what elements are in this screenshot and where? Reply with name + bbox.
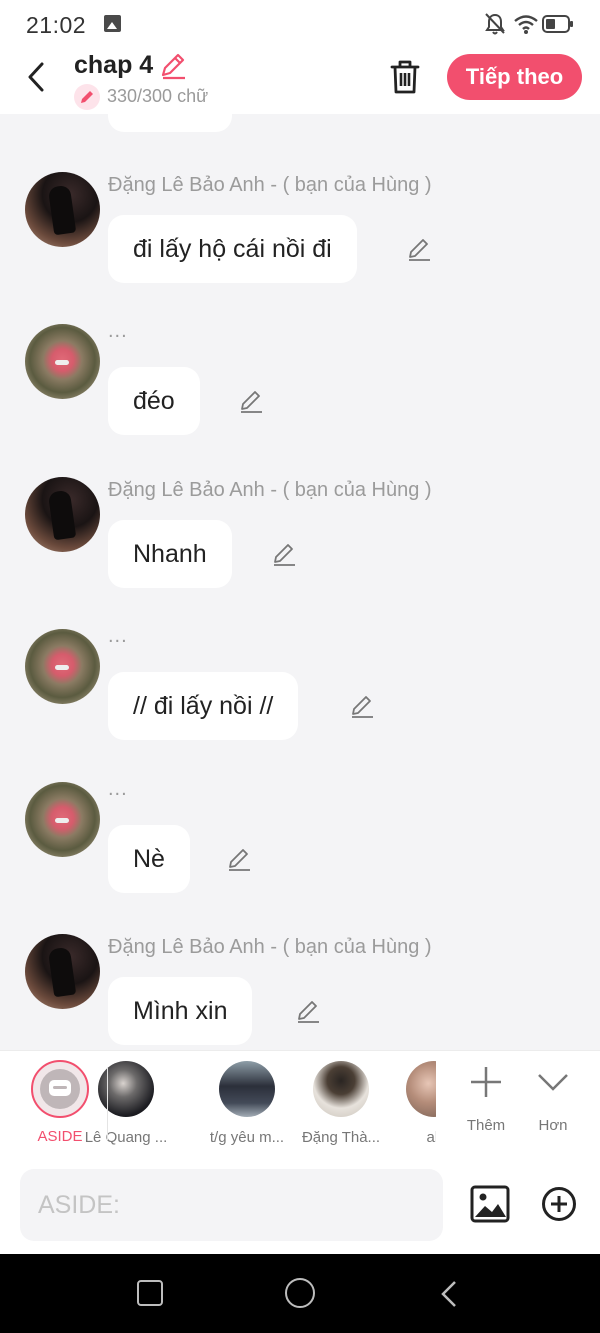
edit-message-icon[interactable] xyxy=(349,693,375,719)
sender-name: Đặng Lê Bảo Anh - ( bạn của Hùng ) xyxy=(108,479,432,501)
image-icon[interactable] xyxy=(470,1185,510,1223)
chapter-title[interactable]: chap 4 xyxy=(74,51,153,80)
message-bubble-partial xyxy=(108,114,232,132)
character-avatar[interactable] xyxy=(25,629,100,704)
character-avatar[interactable] xyxy=(25,477,100,552)
character-item[interactable]: Đặng Thà... xyxy=(295,1061,387,1151)
header: chap 4 330/300 chữ Tiếp theo xyxy=(0,48,600,114)
message-bubble[interactable]: // đi lấy nồi // xyxy=(108,672,299,740)
gallery-notification-icon xyxy=(104,15,121,32)
sender-name: ... xyxy=(108,778,128,800)
message-bubble[interactable]: Nè xyxy=(108,825,190,893)
recent-apps-icon[interactable] xyxy=(137,1280,163,1306)
edit-message-icon[interactable] xyxy=(271,541,297,567)
character-avatar xyxy=(313,1061,369,1117)
message-row: Đặng Lê Bảo Anh - ( bạn của Hùng ) đi lấ… xyxy=(0,172,600,312)
message-row: Đặng Lê Bảo Anh - ( bạn của Hùng ) Mình … xyxy=(0,934,600,1050)
message-row: ... Nè xyxy=(0,778,600,922)
character-item[interactable]: all xyxy=(388,1061,436,1151)
character-name: Đặng Thà... xyxy=(301,1129,381,1146)
message-row: ... đéo xyxy=(0,320,600,464)
message-bubble[interactable]: Mình xin xyxy=(108,977,253,1045)
sender-name: ... xyxy=(108,320,128,342)
chat-editor-screen: 21:02 chap 4 330/300 chữ Tiếp theo Đặng … xyxy=(0,0,600,1333)
bell-muted-icon xyxy=(485,13,505,35)
expand-label[interactable]: Hơn xyxy=(523,1117,583,1134)
trash-icon[interactable] xyxy=(388,59,422,95)
character-avatar[interactable] xyxy=(25,782,100,857)
edit-message-icon[interactable] xyxy=(295,998,321,1024)
nav-back-icon[interactable] xyxy=(438,1279,460,1309)
character-avatar[interactable] xyxy=(25,934,100,1009)
next-button[interactable]: Tiếp theo xyxy=(447,54,582,100)
word-count: 330/300 chữ xyxy=(107,86,209,106)
sender-name: ... xyxy=(108,625,128,647)
status-bar: 21:02 xyxy=(0,0,600,48)
word-count-pencil-icon xyxy=(74,84,100,110)
message-row: ... // đi lấy nồi // xyxy=(0,625,600,769)
edit-message-icon[interactable] xyxy=(226,846,252,872)
wifi-icon xyxy=(514,15,538,34)
chat-area[interactable]: Đặng Lê Bảo Anh - ( bạn của Hùng ) đi lấ… xyxy=(0,114,600,1050)
system-nav-bar xyxy=(0,1254,600,1333)
sender-name: Đặng Lê Bảo Anh - ( bạn của Hùng ) xyxy=(108,174,432,196)
add-circle-icon[interactable] xyxy=(541,1186,577,1222)
edit-title-icon[interactable] xyxy=(158,50,188,80)
message-row: Đặng Lê Bảo Anh - ( bạn của Hùng ) Nhanh xyxy=(0,477,600,617)
divider xyxy=(107,1068,108,1140)
character-item[interactable]: t/g yêu m... xyxy=(201,1061,293,1151)
chevron-down-icon[interactable] xyxy=(536,1068,570,1096)
back-arrow-icon[interactable] xyxy=(22,60,52,94)
plus-icon[interactable] xyxy=(468,1064,504,1100)
character-avatar xyxy=(219,1061,275,1117)
message-bubble[interactable]: Nhanh xyxy=(108,520,232,588)
aside-input[interactable] xyxy=(20,1169,443,1241)
character-name: all xyxy=(426,1129,436,1146)
message-bubble[interactable]: đi lấy hộ cái nồi đi xyxy=(108,215,357,283)
status-time: 21:02 xyxy=(26,12,87,38)
aside-selector[interactable] xyxy=(31,1060,89,1118)
character-avatar[interactable] xyxy=(25,172,100,247)
add-character-label[interactable]: Thêm xyxy=(456,1117,516,1134)
input-area xyxy=(0,1158,600,1254)
message-bubble[interactable]: đéo xyxy=(108,367,200,435)
sender-name: Đặng Lê Bảo Anh - ( bạn của Hùng ) xyxy=(108,936,432,958)
edit-message-icon[interactable] xyxy=(406,236,432,262)
home-icon[interactable] xyxy=(285,1278,315,1308)
character-avatar xyxy=(406,1061,436,1117)
battery-icon xyxy=(542,15,573,33)
character-avatar[interactable] xyxy=(25,324,100,399)
aside-label: ASIDE xyxy=(37,1128,83,1145)
aside-chat-icon xyxy=(40,1069,80,1109)
character-name: t/g yêu m... xyxy=(209,1129,285,1146)
edit-message-icon[interactable] xyxy=(238,388,264,414)
